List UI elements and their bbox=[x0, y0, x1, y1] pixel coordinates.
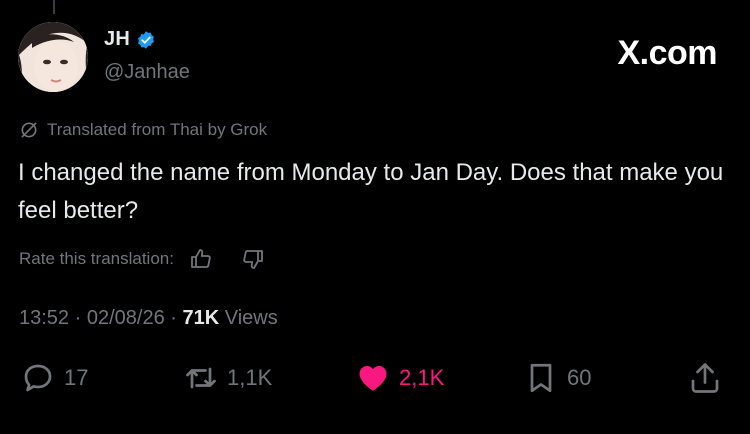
bookmark-icon bbox=[530, 363, 552, 393]
views-count: 71K bbox=[182, 307, 220, 329]
avatar-photo bbox=[18, 22, 88, 92]
action-bar: 17 1,1K 2,1K 60 bbox=[0, 360, 750, 404]
reply-icon bbox=[24, 364, 52, 392]
translation-note-text: Translated from Thai by Grok bbox=[47, 120, 268, 139]
grok-slash-icon bbox=[21, 122, 37, 138]
avatar[interactable] bbox=[18, 22, 88, 92]
bookmark-button[interactable]: 60 bbox=[523, 360, 591, 396]
meta-separator: · bbox=[74, 307, 87, 329]
thumbs-down-button[interactable] bbox=[240, 246, 266, 272]
thumbs-down-icon bbox=[243, 250, 263, 269]
tweet-text: I changed the name from Monday to Jan Da… bbox=[18, 159, 724, 224]
tweet-date[interactable]: 02/08/26 bbox=[87, 307, 165, 329]
thread-connector-line bbox=[53, 0, 55, 14]
share-button[interactable] bbox=[687, 360, 723, 396]
meta-separator: · bbox=[170, 307, 183, 329]
author-handle[interactable]: @Janhae bbox=[104, 61, 190, 84]
author-name-row: JH bbox=[104, 28, 156, 51]
x-com-watermark: X.com bbox=[617, 34, 717, 72]
like-count: 2,1K bbox=[399, 365, 445, 390]
views-label: Views bbox=[224, 307, 278, 329]
thumbs-up-button[interactable] bbox=[188, 246, 214, 272]
share-icon bbox=[691, 363, 719, 393]
rate-translation-row: Rate this translation: bbox=[19, 246, 266, 272]
thumbs-up-icon bbox=[191, 249, 211, 268]
tweet-time[interactable]: 13:52 bbox=[19, 307, 69, 329]
reply-count: 17 bbox=[64, 365, 89, 390]
like-button[interactable]: 2,1K bbox=[355, 360, 444, 396]
tweet-meta: 13:52 · 02/08/26 · 71K Views bbox=[19, 307, 278, 330]
author-name[interactable]: JH bbox=[104, 28, 130, 51]
repost-icon bbox=[186, 367, 216, 389]
repost-button[interactable]: 1,1K bbox=[183, 360, 272, 396]
bookmark-count: 60 bbox=[567, 365, 592, 390]
repost-count: 1,1K bbox=[227, 365, 273, 390]
rate-translation-label: Rate this translation: bbox=[19, 249, 174, 268]
reply-button[interactable]: 17 bbox=[20, 360, 88, 396]
verified-badge-icon bbox=[138, 30, 154, 49]
heart-filled-icon bbox=[359, 366, 387, 391]
translation-note: Translated from Thai by Grok bbox=[19, 120, 267, 140]
